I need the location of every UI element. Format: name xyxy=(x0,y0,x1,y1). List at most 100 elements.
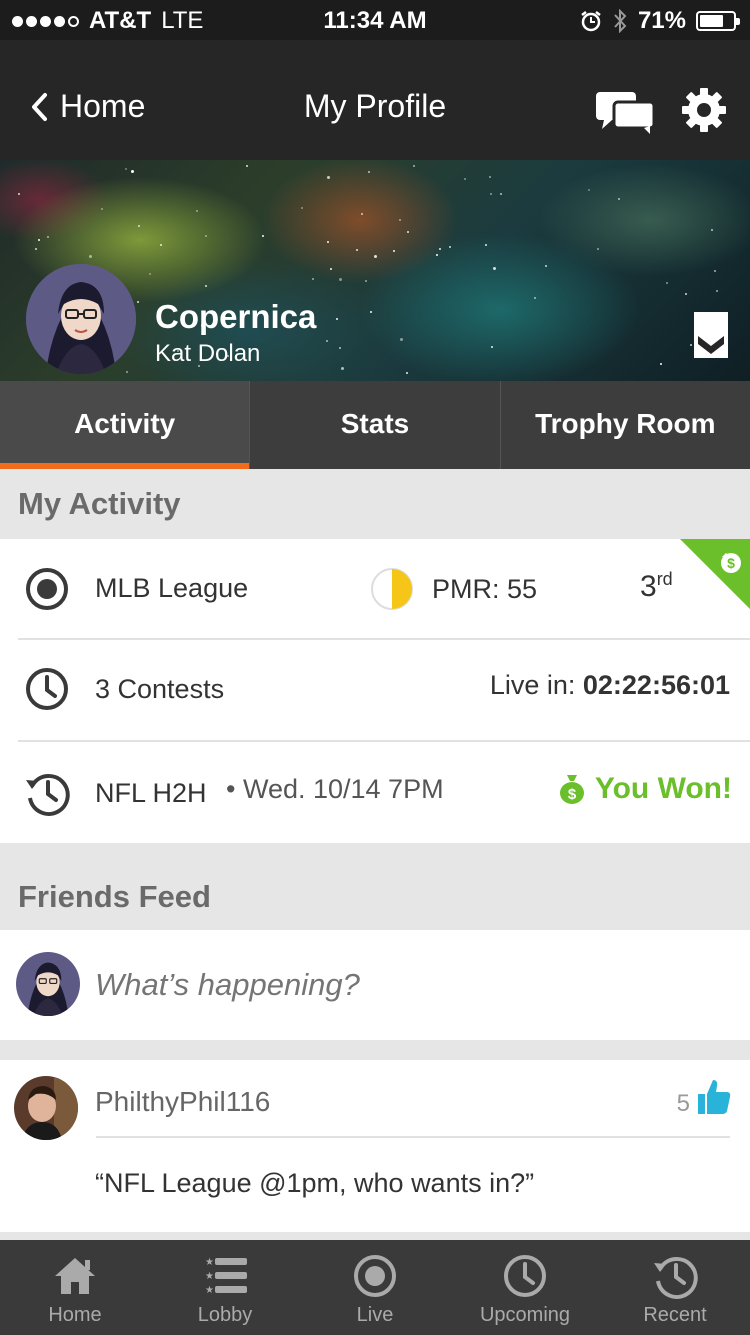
star xyxy=(597,248,599,250)
status-right: 71% xyxy=(580,7,740,35)
activity-row-mlb[interactable]: MLB League PMR: 55 3rd $ xyxy=(0,539,750,640)
chat-icon[interactable] xyxy=(594,88,656,134)
feed-composer xyxy=(0,930,750,1040)
star xyxy=(490,193,492,195)
star xyxy=(246,165,248,167)
tab-activity[interactable]: Activity xyxy=(0,381,250,469)
star xyxy=(368,171,370,173)
bluetooth-icon xyxy=(614,9,627,33)
thumbs-up-icon[interactable] xyxy=(696,1078,732,1116)
star xyxy=(545,265,547,267)
live-icon xyxy=(26,568,68,610)
friends-feed-header: Friends Feed xyxy=(0,862,750,930)
star xyxy=(138,225,140,227)
star xyxy=(685,293,687,295)
chevron-down-icon[interactable] xyxy=(694,312,728,358)
avatar[interactable] xyxy=(26,264,136,374)
pmr-progress-icon xyxy=(371,568,413,610)
live-countdown: Live in: 02:22:56:01 xyxy=(490,670,730,701)
pmr-label: PMR: 55 xyxy=(432,573,538,604)
tabbar-label: Live xyxy=(356,1304,394,1326)
star xyxy=(716,290,718,292)
history-icon xyxy=(26,773,70,816)
star xyxy=(18,193,20,195)
star xyxy=(126,371,128,373)
star xyxy=(406,372,408,374)
star xyxy=(89,255,92,258)
tabbar-label: Lobby xyxy=(197,1304,253,1326)
star xyxy=(618,198,620,200)
home-icon xyxy=(55,1258,95,1294)
star xyxy=(356,249,358,251)
tabbar-home[interactable]: Home xyxy=(0,1240,150,1335)
gear-icon[interactable] xyxy=(680,86,728,134)
win-label: You Won! xyxy=(594,772,732,805)
contests-label: 3 Contests xyxy=(95,674,225,704)
star xyxy=(485,244,487,246)
star xyxy=(131,170,134,173)
tab-stats[interactable]: Stats xyxy=(249,381,499,469)
post-text: “NFL League @1pm, who wants in?” xyxy=(95,1168,535,1198)
star xyxy=(361,213,363,215)
activity-row-contests[interactable]: 3 Contests Live in: 02:22:56:01 xyxy=(0,640,750,742)
status-bar: AT&T LTE 11:34 AM 71% xyxy=(0,0,750,40)
live-prefix: Live in: xyxy=(489,670,576,700)
star xyxy=(534,297,536,299)
star xyxy=(370,311,372,313)
star xyxy=(160,244,162,246)
tabbar-label: Home xyxy=(48,1304,102,1326)
star xyxy=(714,270,716,272)
star xyxy=(262,235,264,237)
star xyxy=(660,363,662,365)
star xyxy=(436,254,438,256)
tab-trophy-room[interactable]: Trophy Room xyxy=(499,381,750,469)
star xyxy=(196,210,198,212)
star xyxy=(327,241,329,243)
battery-percent: 71% xyxy=(637,7,686,34)
pmr-indicator: PMR: 55 xyxy=(370,567,537,611)
star xyxy=(35,248,37,250)
tabbar-label: Recent xyxy=(643,1304,707,1326)
star xyxy=(449,246,451,248)
tabbar-lobby[interactable]: ★ ★ ★ Lobby xyxy=(150,1240,300,1335)
star xyxy=(407,231,409,233)
tabbar-label: Upcoming xyxy=(479,1304,571,1326)
star xyxy=(690,344,692,346)
avatar xyxy=(16,952,80,1016)
star xyxy=(125,168,127,170)
history-icon xyxy=(654,1256,698,1299)
nfl-label: NFL H2H xyxy=(95,778,207,808)
rank-suffix: rd xyxy=(656,569,673,589)
money-bag-icon: $ xyxy=(680,539,750,609)
svg-text:★: ★ xyxy=(205,1271,214,1282)
avatar-image xyxy=(16,952,80,1016)
my-activity-header: My Activity xyxy=(0,469,750,539)
bottom-tab-bar: Home ★ ★ ★ Lobby Live Upcoming Recent xyxy=(0,1240,750,1335)
star xyxy=(205,285,207,287)
post-divider xyxy=(96,1136,730,1138)
activity-row-nfl[interactable]: NFL H2H • Wed. 10/14 7PM $ You Won! xyxy=(0,742,750,843)
tabbar-live[interactable]: Live xyxy=(300,1240,450,1335)
tabbar-upcoming[interactable]: Upcoming xyxy=(450,1240,600,1335)
star xyxy=(588,189,590,191)
star xyxy=(137,301,139,303)
tabbar-recent[interactable]: Recent xyxy=(600,1240,750,1335)
alarm-icon xyxy=(581,11,601,32)
star xyxy=(341,367,344,370)
svg-text:★: ★ xyxy=(205,1285,214,1296)
composer-input[interactable] xyxy=(95,967,695,1003)
battery-icon xyxy=(696,11,740,31)
post-username[interactable]: PhilthyPhil116 xyxy=(95,1086,270,1118)
profile-username: Copernica xyxy=(155,298,317,335)
star xyxy=(330,268,332,270)
svg-text:$: $ xyxy=(727,555,735,571)
star xyxy=(47,236,49,238)
star xyxy=(205,235,207,237)
avatar[interactable] xyxy=(14,1076,78,1140)
like-count: 5 xyxy=(676,1090,690,1117)
star xyxy=(399,219,401,221)
avatar-image xyxy=(14,1076,78,1140)
star xyxy=(464,178,466,180)
svg-text:$: $ xyxy=(568,786,577,803)
star xyxy=(312,278,314,280)
